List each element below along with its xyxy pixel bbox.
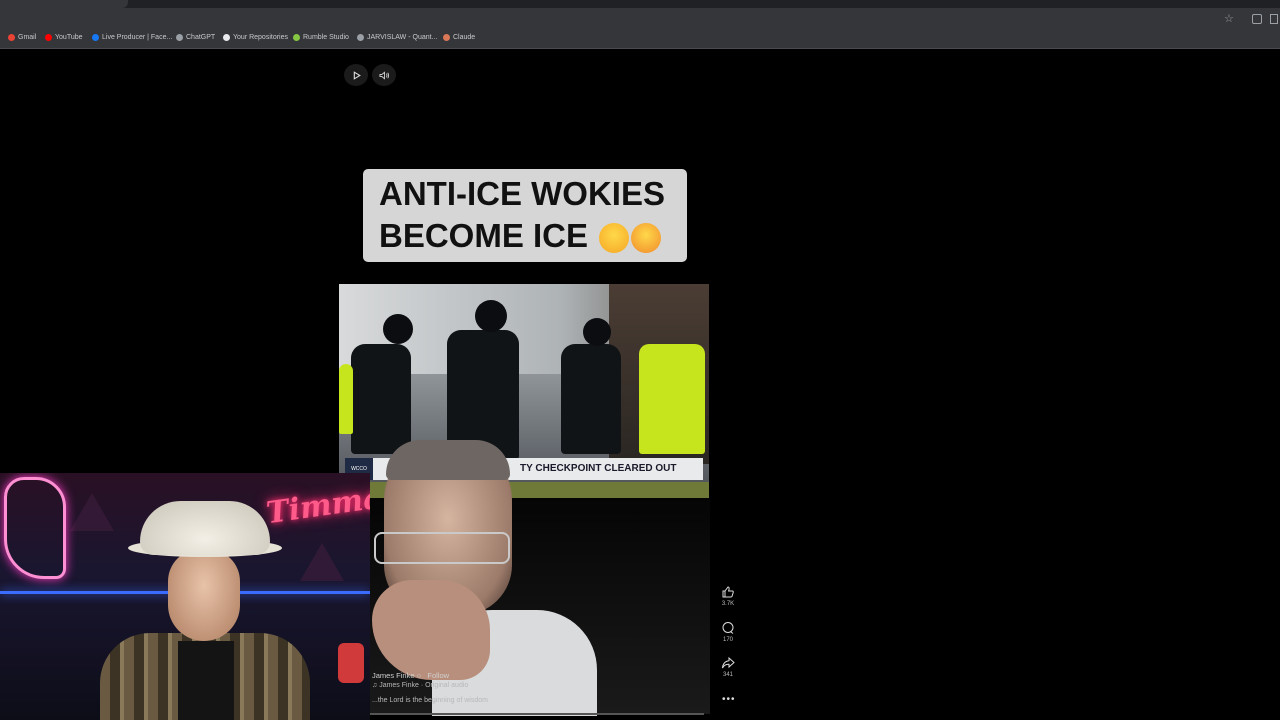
author-name[interactable]: James Finke [372,671,415,680]
follow-button[interactable]: Follow [427,671,449,680]
globe-icon [357,34,364,41]
active-tab[interactable] [0,0,128,8]
streamer-webcam: Timmay [0,473,370,720]
claude-icon [443,34,450,41]
video-progress-bar[interactable] [370,713,704,715]
neon-name-sign: Timmay [264,477,370,532]
comment-icon [722,622,734,634]
extensions-icon[interactable] [1252,14,1262,24]
verified-icon: ○ [416,671,422,680]
caption-line-2: BECOME ICE [379,215,687,257]
volume-icon [379,70,389,80]
share-icon [722,656,735,669]
share-button[interactable]: 341 [718,656,738,678]
video-description: ...the Lord is the beginning of wisdom [372,697,488,704]
audio-label[interactable]: ♫ James Finke · Original audio [372,682,468,689]
side-panel-icon[interactable] [1270,14,1278,24]
laughing-emoji-icon [599,223,630,254]
bookmark-gmail[interactable]: Gmail [8,34,36,41]
facebook-icon [92,34,99,41]
bookmark-live-producer[interactable]: Live Producer | Face... [92,34,172,41]
caption-line-1: ANTI-ICE WOKIES [379,175,665,212]
bookmarks-bar: Gmail YouTube Live Producer | Face... Ch… [0,30,1280,49]
play-button[interactable] [344,64,368,86]
bookmark-youtube[interactable]: YouTube [45,34,83,41]
gmail-icon [8,34,15,41]
video-caption: ANTI-ICE WOKIES BECOME ICE [363,169,687,262]
chatgpt-icon [176,34,183,41]
bookmark-claude[interactable]: Claude [443,34,475,41]
comment-button[interactable]: 170 [718,621,738,643]
rumble-icon [293,34,300,41]
like-count: 3.7K [721,601,735,607]
comment-count: 170 [722,637,733,643]
volume-button[interactable] [372,64,396,86]
tab-strip [0,0,1280,8]
play-icon [353,70,361,80]
address-bar[interactable]: ☆ [0,8,1280,30]
cowboy-hat [140,501,270,555]
youtube-icon [45,34,52,41]
share-count: 341 [722,672,733,678]
neon-sign-left [4,477,66,579]
github-icon [223,34,230,41]
bookmark-star-icon[interactable]: ☆ [1224,12,1234,25]
more-options-icon[interactable]: ••• [722,694,736,705]
author-row: James Finke ○ Follow [372,671,449,680]
flushed-emoji-icon [631,223,662,254]
like-button[interactable]: 3.7K [718,585,738,607]
bookmark-jarvislaw[interactable]: JARVISLAW - Quant... [357,34,437,41]
bookmark-repositories[interactable]: Your Repositories [223,34,288,41]
bookmark-rumble[interactable]: Rumble Studio [293,34,349,41]
thumbs-up-icon [722,586,734,598]
bookmark-chatgpt[interactable]: ChatGPT [176,34,215,41]
